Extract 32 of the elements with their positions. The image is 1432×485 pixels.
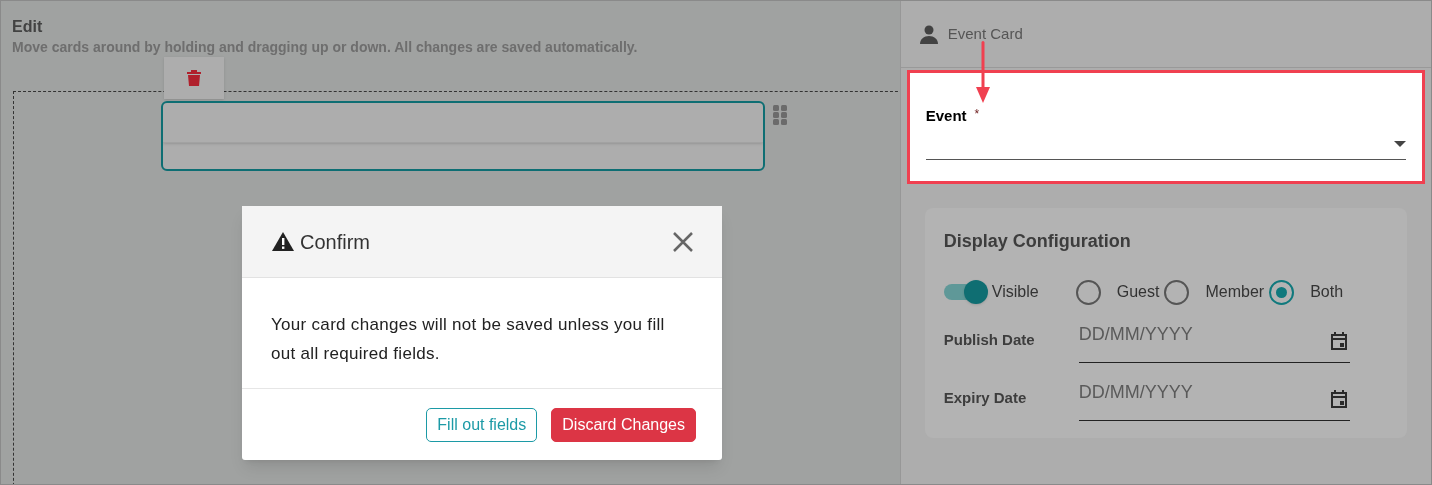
fill-fields-button[interactable]: Fill out fields	[426, 407, 538, 442]
radio-button[interactable]	[1075, 279, 1101, 305]
toggle-label: Visible	[991, 282, 1040, 302]
calendar-icon[interactable]	[1329, 331, 1348, 350]
panel-title: Event Card	[947, 23, 1023, 44]
date-field[interactable]: DD/MM/YYYY	[1078, 317, 1350, 363]
radio-label: Member	[1205, 282, 1265, 302]
date-label: Expiry Date	[943, 387, 1028, 408]
close-icon	[672, 230, 694, 253]
radio-button[interactable]	[1269, 279, 1295, 305]
discard-button[interactable]: Discard Changes	[551, 407, 696, 442]
drag-handle-icon[interactable]	[773, 105, 787, 125]
delete-button[interactable]	[164, 57, 224, 99]
warning-icon	[272, 232, 294, 251]
required-mark: *	[974, 106, 980, 123]
radio-label: Guest	[1116, 282, 1160, 302]
editor-title: Edit	[12, 17, 44, 37]
section-title: Display Configuration	[943, 230, 1132, 253]
person-icon	[919, 24, 938, 44]
radio-label: Both	[1310, 282, 1344, 302]
date-label: Publish Date	[943, 329, 1036, 350]
dialog-title: Confirm	[300, 229, 370, 255]
close-button[interactable]	[672, 230, 694, 253]
visible-toggle[interactable]	[943, 279, 988, 305]
dialog-message: Your card changes will not be saved unless you fill out all required fields.	[271, 314, 666, 365]
date-field[interactable]: DD/MM/YYYY	[1078, 375, 1350, 421]
radio-button[interactable]	[1164, 279, 1190, 305]
calendar-icon[interactable]	[1329, 389, 1348, 408]
field-label: Event	[925, 106, 967, 126]
card[interactable]	[161, 101, 765, 171]
trash-icon	[187, 70, 201, 86]
dropdown-caret-icon	[1394, 141, 1406, 147]
